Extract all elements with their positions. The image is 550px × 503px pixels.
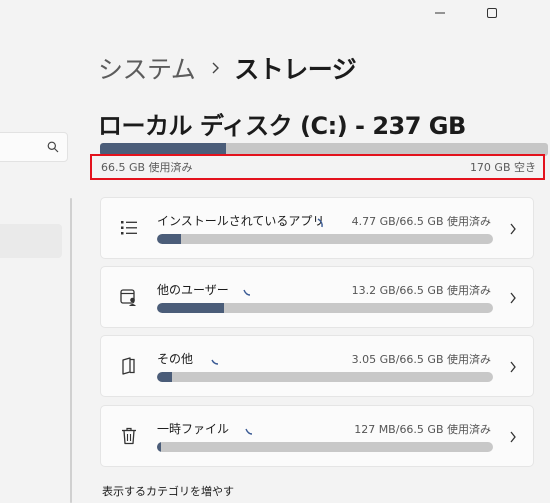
- loading-spinner-icon: [243, 287, 251, 297]
- search-icon[interactable]: [47, 141, 59, 153]
- nav-item-selected[interactable]: [0, 224, 62, 258]
- nav-pane-scrollbar[interactable]: [70, 198, 72, 503]
- chevron-right-icon: [509, 291, 517, 305]
- minimize-icon: [435, 12, 445, 14]
- breadcrumb: システム ストレージ: [98, 50, 357, 86]
- category-card-other[interactable]: その他 3.05 GB/66.5 GB 使用済み: [100, 335, 534, 397]
- category-size: 127 MB/66.5 GB 使用済み: [354, 423, 491, 436]
- chevron-right-icon: [509, 360, 517, 374]
- settings-search-box[interactable]: [0, 132, 68, 162]
- category-size: 3.05 GB/66.5 GB 使用済み: [351, 353, 491, 366]
- category-usage-bar-fill: [157, 372, 173, 382]
- trash-icon: [119, 426, 139, 446]
- category-usage-bar-fill: [157, 303, 224, 313]
- category-usage-bar: [157, 234, 493, 244]
- category-name: その他: [157, 352, 194, 366]
- breadcrumb-parent-system[interactable]: システム: [98, 50, 196, 86]
- category-name: 一時ファイル: [157, 422, 230, 436]
- category-card-other-users[interactable]: 他のユーザー 13.2 GB/66.5 GB 使用済み: [100, 266, 534, 328]
- category-size: 13.2 GB/66.5 GB 使用済み: [351, 284, 491, 297]
- category-usage-bar: [157, 372, 493, 382]
- search-input[interactable]: [0, 133, 43, 161]
- category-card-installed-apps[interactable]: インストールされているアプリ 4.77 GB/66.5 GB 使用済み: [100, 197, 534, 259]
- apps-list-icon: [119, 218, 139, 238]
- maximize-icon: [487, 8, 497, 18]
- loading-spinner-icon: [245, 426, 253, 436]
- category-card-temporary-files[interactable]: 一時ファイル 127 MB/66.5 GB 使用済み: [100, 405, 534, 467]
- breadcrumb-chevron-icon: [211, 61, 220, 75]
- category-name: インストールされているアプリ: [157, 214, 325, 228]
- category-name: 他のユーザー: [157, 283, 229, 297]
- category-usage-bar-fill: [157, 234, 182, 244]
- disk-title: ローカル ディスク (C:) - 237 GB: [98, 112, 466, 140]
- category-size: 4.77 GB/66.5 GB 使用済み: [351, 215, 491, 228]
- other-files-icon: [119, 356, 139, 376]
- minimize-button[interactable]: [417, 0, 463, 26]
- other-users-icon: [119, 287, 139, 307]
- page-title: ストレージ: [234, 55, 357, 84]
- maximize-button[interactable]: [469, 0, 515, 26]
- loading-spinner-icon: [211, 356, 219, 366]
- category-usage-bar-fill: [157, 442, 162, 452]
- chevron-right-icon: [509, 222, 517, 236]
- category-usage-bar: [157, 303, 493, 313]
- chevron-right-icon: [509, 430, 517, 444]
- loading-spinner-icon: [317, 218, 325, 228]
- show-more-categories-link[interactable]: 表示するカテゴリを増やす: [102, 483, 234, 499]
- annotation-highlight-box: [90, 154, 545, 180]
- category-usage-bar: [157, 442, 493, 452]
